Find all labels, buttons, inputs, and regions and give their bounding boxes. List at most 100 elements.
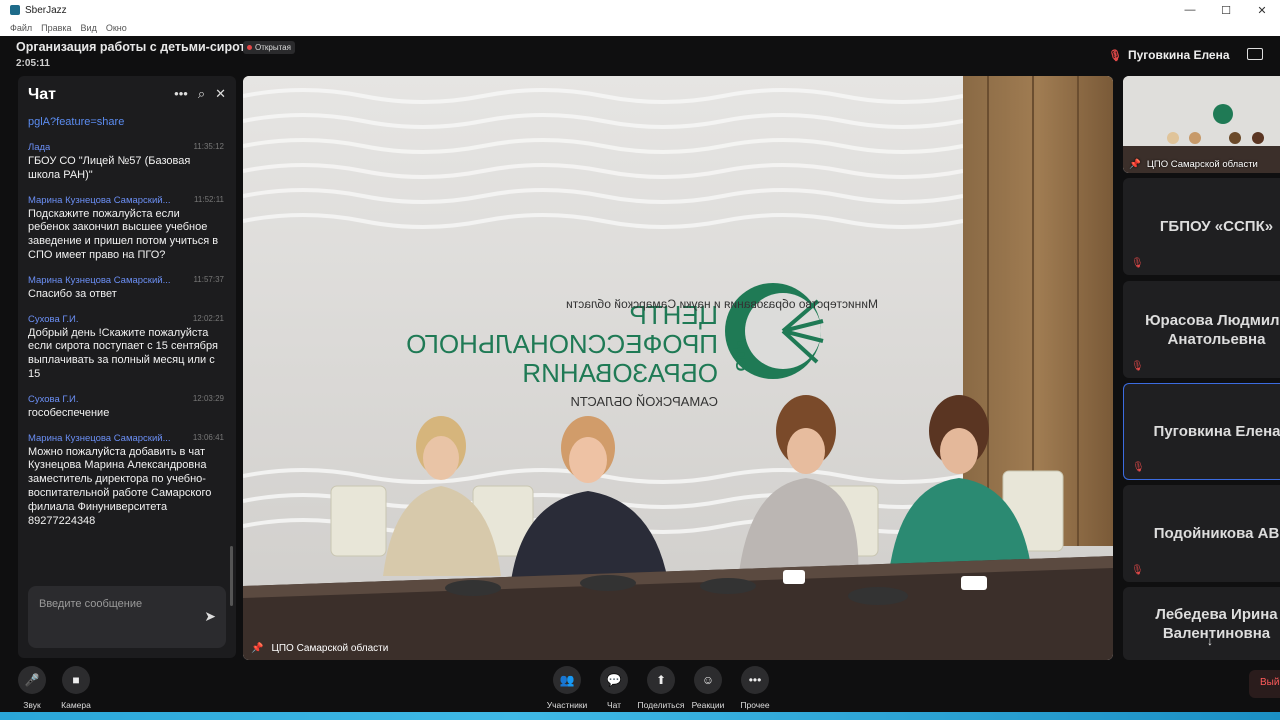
- message-text: ГБОУ СО "Лицей №57 (Базовая школа РАН)": [28, 155, 191, 181]
- chat-link[interactable]: pglA?feature=share: [28, 116, 224, 128]
- message-author: Марина Кузнецова Самарский...: [28, 194, 171, 206]
- menu-view[interactable]: Вид: [81, 23, 97, 33]
- app-logo-icon: [10, 5, 20, 15]
- participant-tile[interactable]: Подойникова АВ 🎙: [1123, 485, 1280, 582]
- chat-header-actions: ••• ⌕ ✕: [174, 86, 226, 102]
- camera-icon[interactable]: ■: [62, 666, 90, 694]
- close-window-button[interactable]: ✕: [1244, 0, 1280, 20]
- close-icon[interactable]: ✕: [215, 86, 226, 102]
- participant-name: Юрасова Людмила Анатольевна: [1145, 311, 1280, 348]
- wall-text-line4: САМАРСКОЙ ОБЛАСТИ: [571, 394, 718, 409]
- leave-button[interactable]: Вый: [1249, 670, 1280, 698]
- logo-letters: ЦПО: [732, 338, 749, 372]
- message-text: Подскажите пожалуйста если ребенок закон…: [28, 207, 219, 261]
- participant-tile[interactable]: Юрасова Людмила Анатольевна 🎙: [1123, 281, 1280, 378]
- message-author: Сухова Г.И.: [28, 393, 79, 405]
- wall-text-line3: ОБРАЗОВАНИЯ: [522, 358, 718, 388]
- message-time: 12:03:29: [192, 393, 224, 403]
- mic-muted-icon: 🎙: [1131, 361, 1144, 372]
- recording-dot-icon: [247, 45, 252, 50]
- message-text: Добрый день !Скажите пожалуйста если сир…: [28, 326, 218, 380]
- scroll-down-icon[interactable]: ↓: [1207, 634, 1213, 648]
- chat-icon[interactable]: 💬: [600, 666, 628, 694]
- participant-name: ГБПОУ «ССПК»: [1159, 218, 1274, 235]
- conference-app: Организация работы с детьми-сирота... От…: [0, 36, 1280, 712]
- search-icon[interactable]: ⌕: [198, 86, 205, 102]
- message-time: 13:06:41: [192, 432, 224, 442]
- chat-message: Марина Кузнецова Самарский... 13:06:41 Мо…: [28, 433, 224, 529]
- maximize-button[interactable]: ☐: [1208, 0, 1244, 20]
- ministry-text: Министерство образования и науки Самарск…: [566, 297, 878, 311]
- chat-message: Сухова Г.И. 12:02:21 Добрый день !Скажите…: [28, 314, 224, 382]
- participants-label: Участники: [546, 700, 588, 710]
- mic-muted-icon: 🎙: [1108, 49, 1122, 62]
- meeting-timer: 2:05:11: [16, 58, 50, 69]
- conference-room-scene: ЦПО ЦЕНТР ПРОФЕССИОНАЛЬНОГО ОБРАЗОВАНИЯ …: [243, 76, 1113, 660]
- main-video-feed[interactable]: ЦПО ЦЕНТР ПРОФЕССИОНАЛЬНОГО ОБРАЗОВАНИЯ …: [243, 76, 1113, 660]
- share-label: Поделиться: [637, 700, 685, 710]
- reactions-button[interactable]: ☺ Реакции: [682, 666, 734, 710]
- share-button[interactable]: ⬆ Поделиться: [635, 666, 687, 710]
- status-badge-label: Открытая: [255, 43, 291, 52]
- video-label-text: ЦПО Самарской области: [271, 643, 389, 654]
- video-label: 📌 ЦПО Самарской области: [251, 643, 388, 654]
- participants-icon[interactable]: 👥: [553, 666, 581, 694]
- participants-button[interactable]: 👥 Участники: [541, 666, 593, 710]
- chat-input-placeholder[interactable]: Введите сообщение: [39, 598, 142, 610]
- message-time: 11:57:37: [193, 274, 224, 284]
- chat-scrollbar[interactable]: [230, 546, 233, 606]
- status-badge: Открытая: [243, 41, 295, 54]
- message-time: 12:02:21: [192, 313, 224, 323]
- participant-name: Пуговкина Елена: [1153, 423, 1280, 440]
- participant-tile[interactable]: ГБПОУ «ССПК» 🎙: [1123, 178, 1280, 275]
- more-button[interactable]: ••• Прочее: [729, 666, 781, 710]
- window-titlebar: SberJazz — ☐ ✕: [0, 0, 1280, 20]
- chat-button[interactable]: 💬 Чат: [588, 666, 640, 710]
- chat-title: Чат: [28, 86, 56, 103]
- chat-message: Марина Кузнецова Самарский... 11:52:11 По…: [28, 195, 224, 263]
- meeting-title: Организация работы с детьми-сирота...: [16, 40, 263, 54]
- mic-muted-icon: 🎙: [1131, 258, 1144, 269]
- reactions-label: Реакции: [691, 700, 725, 710]
- pin-icon[interactable]: 📌: [251, 643, 263, 654]
- share-screen-icon[interactable]: ⬆: [647, 666, 675, 694]
- wall-text-line2: ПРОФЕССИОНАЛЬНОГО: [406, 329, 718, 359]
- menu-window[interactable]: Окно: [106, 23, 127, 33]
- reactions-icon[interactable]: ☺: [694, 666, 722, 694]
- tile-label: 📌 ЦПО Самарской области: [1129, 159, 1258, 170]
- participant-tile[interactable]: Лебедева Ирина Валентиновна ↓: [1123, 587, 1280, 660]
- participant-name: Подойникова АВ: [1153, 525, 1280, 542]
- menu-edit[interactable]: Правка: [41, 23, 71, 33]
- camera-button[interactable]: ■ Камера: [50, 666, 102, 710]
- message-text: Спасибо за ответ: [28, 287, 117, 300]
- more-label: Прочее: [740, 700, 770, 710]
- chat-message: Сухова Г.И. 12:03:29 гособеспечение: [28, 394, 224, 421]
- menu-bar: Файл Правка Вид Окно: [0, 20, 1280, 36]
- message-text: гособеспечение: [28, 406, 110, 419]
- mic-muted-icon: 🎙: [1131, 565, 1144, 576]
- message-author: Марина Кузнецова Самарский...: [28, 432, 171, 444]
- message-author: Лада: [28, 142, 51, 153]
- menu-file[interactable]: Файл: [10, 23, 32, 33]
- message-time: 11:52:11: [194, 194, 224, 204]
- more-icon[interactable]: •••: [741, 666, 769, 694]
- more-options-icon[interactable]: •••: [174, 86, 188, 102]
- minimize-button[interactable]: —: [1172, 0, 1208, 20]
- participant-tile-cpo[interactable]: 📌 ЦПО Самарской области: [1123, 76, 1280, 173]
- chat-input-box[interactable]: Введите сообщение ➤: [28, 586, 226, 648]
- chat-message-list[interactable]: pglA?feature=share Лада 11:35:12 ГБОУ СО …: [28, 116, 224, 540]
- os-taskbar: [0, 712, 1280, 720]
- chat-label: Чат: [606, 700, 622, 710]
- message-author: Сухова Г.И.: [28, 313, 79, 325]
- participant-tile-active[interactable]: Пуговкина Елена 🎙: [1123, 383, 1280, 480]
- microphone-icon[interactable]: 🎤: [18, 666, 46, 694]
- send-icon[interactable]: ➤: [204, 608, 216, 625]
- layout-toggle-icon[interactable]: [1247, 48, 1263, 60]
- message-text: Можно пожалуйста добавить в чат Кузнецов…: [28, 445, 212, 527]
- participant-name: Лебедева Ирина Валентиновна: [1155, 605, 1278, 642]
- pin-icon[interactable]: 📌: [1129, 159, 1141, 170]
- camera-label: Камера: [61, 700, 91, 710]
- active-speaker: 🎙 Пуговкина Елена: [1108, 48, 1230, 62]
- chat-panel: Чат ••• ⌕ ✕ pglA?feature=share Лада 11:35…: [18, 76, 236, 658]
- app-name: SberJazz: [25, 4, 67, 16]
